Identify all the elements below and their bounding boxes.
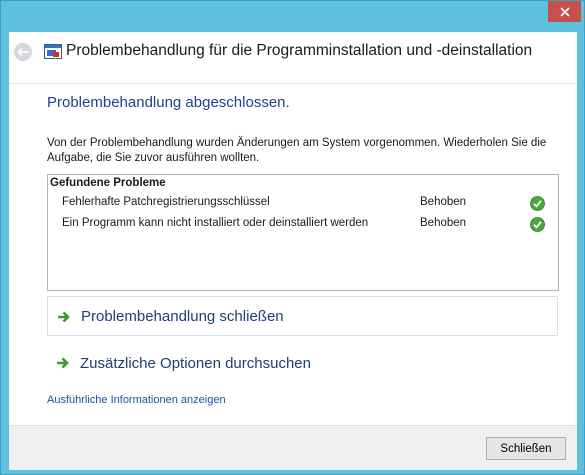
action-label: Problembehandlung schließen: [81, 307, 284, 325]
header: Problembehandlung für die Programminstal…: [9, 32, 577, 84]
green-arrow-icon: [57, 357, 69, 369]
description-text: Von der Problembehandlung wurden Änderun…: [47, 137, 547, 164]
troubleshooter-window: Problembehandlung für die Programminstal…: [0, 0, 585, 475]
back-arrow-icon: [17, 47, 28, 57]
problem-status: Behoben: [420, 217, 467, 229]
troubleshooter-app-icon: [44, 44, 62, 59]
action-label: Zusätzliche Optionen durchsuchen: [80, 354, 311, 372]
main-content: Problembehandlung abgeschlossen. Von der…: [9, 84, 577, 425]
window-title: Problembehandlung für die Programminstal…: [66, 42, 533, 59]
window-close-button[interactable]: [548, 1, 581, 22]
close-button[interactable]: Schließen: [486, 437, 566, 460]
problem-status: Behoben: [420, 196, 467, 208]
problem-row: Fehlerhafte Patchregistrierungsschlüssel…: [62, 196, 552, 213]
footer: Schließen: [9, 425, 577, 470]
view-details-link[interactable]: Ausführliche Informationen anzeigen: [47, 394, 226, 406]
problems-list-title: Gefundene Probleme: [50, 177, 166, 189]
page-heading: Problembehandlung abgeschlossen.: [47, 94, 290, 111]
close-icon: [559, 6, 570, 17]
explore-options-action[interactable]: Zusätzliche Optionen durchsuchen: [47, 343, 558, 383]
problem-row: Ein Programm kann nicht installiert oder…: [62, 217, 552, 234]
check-icon: [530, 196, 545, 211]
problem-name: Ein Programm kann nicht installiert oder…: [62, 217, 369, 229]
green-arrow-icon: [58, 311, 70, 323]
check-icon: [530, 217, 545, 232]
problems-list: Gefundene Probleme Fehlerhafte Patchregi…: [47, 174, 559, 291]
problem-name: Fehlerhafte Patchregistrierungsschlüssel: [62, 196, 270, 208]
close-troubleshooter-action[interactable]: Problembehandlung schließen: [47, 296, 558, 336]
back-button[interactable]: [14, 43, 32, 61]
